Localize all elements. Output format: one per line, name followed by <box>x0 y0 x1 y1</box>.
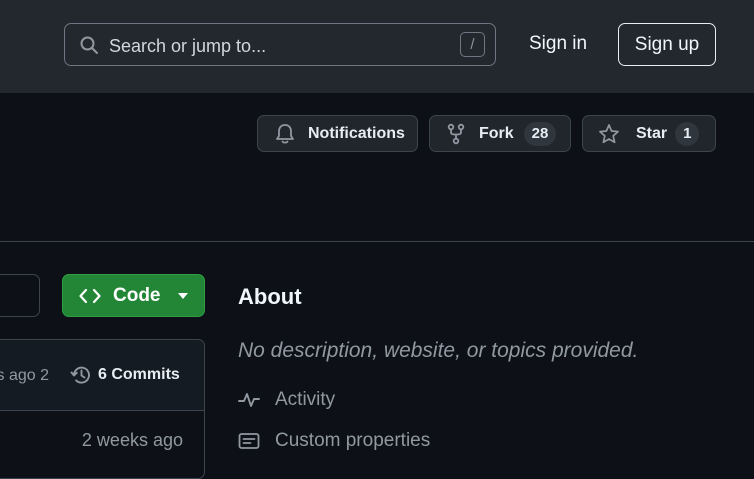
file-list-panel: 2 weeks ago 6 Commits 2 weeks ago <box>0 339 205 479</box>
notifications-button[interactable]: Notifications <box>257 115 418 152</box>
fork-label: Fork <box>479 124 514 142</box>
activity-link[interactable]: Activity <box>238 389 335 411</box>
custom-properties-link[interactable]: Custom properties <box>238 430 430 452</box>
star-icon <box>599 123 619 143</box>
history-icon <box>70 366 90 384</box>
note-icon <box>238 433 260 449</box>
latest-commit-bar: 2 weeks ago 6 Commits <box>0 340 204 411</box>
search-input[interactable]: Search or jump to... / <box>64 23 496 66</box>
notifications-label: Notifications <box>308 124 405 142</box>
about-heading: About <box>238 284 302 309</box>
commits-count-label: 6 Commits <box>98 366 180 383</box>
code-button-label: Code <box>113 284 161 306</box>
about-description: No description, website, or topics provi… <box>238 339 639 362</box>
section-divider <box>0 241 754 242</box>
fork-icon <box>447 123 465 144</box>
sign-in-link[interactable]: Sign in <box>529 33 587 55</box>
branch-select-button[interactable] <box>0 274 40 317</box>
search-placeholder: Search or jump to... <box>109 36 267 56</box>
fork-count-badge: 28 <box>523 121 557 146</box>
sign-up-button[interactable]: Sign up <box>618 23 716 66</box>
custom-properties-label: Custom properties <box>275 430 431 451</box>
file-row-time: 2 weeks ago <box>81 430 183 450</box>
commits-link[interactable]: 6 Commits <box>70 364 180 386</box>
search-icon <box>80 36 98 54</box>
star-label: Star <box>636 124 668 142</box>
star-count-badge: 1 <box>675 121 700 146</box>
latest-commit-time: 2 weeks ago <box>0 367 49 384</box>
activity-label: Activity <box>275 389 336 410</box>
top-header: Search or jump to... / Sign in Sign up <box>0 0 754 93</box>
search-shortcut-key: / <box>460 32 485 57</box>
star-button[interactable]: Star 1 <box>582 115 716 152</box>
bell-icon <box>276 123 294 144</box>
code-button[interactable]: Code <box>62 274 205 317</box>
code-brackets-icon <box>79 288 101 303</box>
pulse-icon <box>238 393 260 407</box>
fork-button[interactable]: Fork 28 <box>429 115 571 152</box>
chevron-down-icon <box>177 292 188 299</box>
